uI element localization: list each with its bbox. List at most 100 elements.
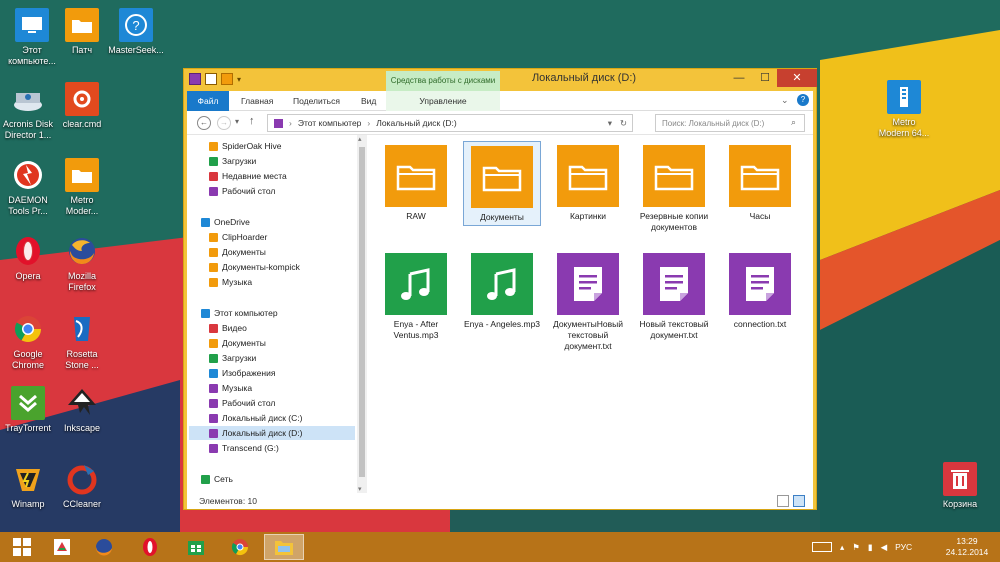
new-folder-icon[interactable] xyxy=(221,73,233,85)
file-tile[interactable]: ДокументыНовый текстовый документ.txt xyxy=(549,249,627,354)
nav-item-desktop-fav[interactable]: Рабочий стол xyxy=(209,184,275,198)
details-view-button[interactable] xyxy=(777,495,789,507)
desktop-icon-this-pc[interactable]: Этот компьюте... xyxy=(4,8,60,67)
desktop-icon-firefox[interactable]: Mozilla Firefox xyxy=(54,234,110,293)
clock[interactable]: 13:29 24.12.2014 xyxy=(942,536,992,558)
tab-share[interactable]: Поделиться xyxy=(285,91,348,111)
taskbar-app-firefox[interactable] xyxy=(84,534,124,560)
close-button[interactable]: ✕ xyxy=(777,69,817,87)
desktop-icon-metro-modern[interactable]: Metro Moder... xyxy=(54,158,110,217)
desktop-icon-recycle-bin[interactable]: Корзина xyxy=(932,462,988,510)
back-button[interactable]: ← xyxy=(197,116,211,130)
nav-item-music[interactable]: Музыка xyxy=(209,381,252,395)
nav-item-local-disk-c[interactable]: Локальный диск (C:) xyxy=(209,411,302,425)
title-bar[interactable]: ▾ Средства работы с дисками Локальный ди… xyxy=(184,69,817,91)
tab-home[interactable]: Главная xyxy=(233,91,281,111)
taskbar-app-pdf[interactable] xyxy=(42,534,82,560)
desktop-icon-ccleaner[interactable]: CCleaner xyxy=(54,462,110,510)
folder-icon xyxy=(385,145,451,211)
large-icons-view-button[interactable] xyxy=(793,495,805,507)
taskbar-app-opera[interactable] xyxy=(130,534,170,560)
tab-view[interactable]: Вид xyxy=(353,91,384,111)
quick-access-toolbar: ▾ xyxy=(189,73,241,85)
nav-item-cliphoarder[interactable]: ClipHoarder xyxy=(209,230,267,244)
file-tile[interactable]: Enya - Angeles.mp3 xyxy=(463,249,541,332)
ribbon-expand-icon[interactable]: ⌄ xyxy=(781,95,789,106)
nav-item-downloads[interactable]: Загрузки xyxy=(209,351,256,365)
scroll-up-icon[interactable]: ▴ xyxy=(358,135,362,143)
file-tile[interactable]: Enya - After Ventus.mp3 xyxy=(377,249,455,343)
start-button[interactable] xyxy=(2,534,42,560)
desktop-icon-chrome[interactable]: Google Chrome xyxy=(0,312,56,371)
language-indicator[interactable]: РУС xyxy=(895,542,912,552)
help-icon[interactable]: ? xyxy=(797,94,809,106)
search-input[interactable] xyxy=(655,114,805,132)
nav-item-local-disk-d[interactable]: Локальный диск (D:) xyxy=(189,426,355,440)
maximize-button[interactable]: ☐ xyxy=(752,69,778,87)
desktop-icon-opera[interactable]: Opera xyxy=(0,234,56,282)
nav-item-downloads-fav[interactable]: Загрузки xyxy=(209,154,256,168)
desktop-icon-rosetta-stone[interactable]: Rosetta Stone ... xyxy=(54,312,110,371)
nav-item-onedrive-documents[interactable]: Документы xyxy=(209,245,266,259)
flag-icon[interactable]: ⚑ xyxy=(852,542,860,553)
nav-item-network[interactable]: Сеть xyxy=(201,472,233,486)
breadcrumb-separator-icon[interactable]: › xyxy=(367,115,370,131)
nav-item-onedrive-music[interactable]: Музыка xyxy=(209,275,252,289)
folder-icon xyxy=(65,8,99,42)
tab-file[interactable]: Файл xyxy=(187,91,229,111)
music-icon xyxy=(209,383,218,393)
nav-scrollbar[interactable]: ▴ ▾ xyxy=(357,135,367,493)
breadcrumb-item[interactable]: Локальный диск (D:) xyxy=(376,115,456,131)
desktop-icon-daemon-tools[interactable]: DAEMON Tools Pr... xyxy=(0,158,56,217)
breadcrumb-item[interactable]: Этот компьютер xyxy=(298,115,362,131)
scroll-down-icon[interactable]: ▾ xyxy=(358,485,362,493)
desktop-icon-traytorrent[interactable]: TrayTorrent xyxy=(0,386,56,434)
network-icon[interactable]: ▮ xyxy=(868,542,873,553)
qat-dropdown-icon[interactable]: ▾ xyxy=(237,75,241,84)
tray-expand-icon[interactable]: ▴ xyxy=(840,542,844,553)
tab-manage[interactable]: Управление xyxy=(386,91,500,111)
keyboard-icon[interactable] xyxy=(812,542,832,552)
scrollbar-thumb[interactable] xyxy=(359,147,365,477)
desktop-icon-patch[interactable]: Патч xyxy=(54,8,110,56)
desktop-icon-clear-cmd[interactable]: clear.cmd xyxy=(54,82,110,130)
nav-item-recent-places[interactable]: Недавние места xyxy=(209,169,287,183)
desktop-icon-masterseeker[interactable]: ? MasterSeek... xyxy=(108,8,164,56)
download-icon xyxy=(209,156,218,166)
desktop-icon-acronis[interactable]: Acronis Disk Director 1... xyxy=(0,82,56,141)
up-button[interactable]: ↑ xyxy=(249,115,255,127)
desktop-icon-winamp[interactable]: Winamp xyxy=(0,462,56,510)
properties-icon[interactable] xyxy=(205,73,217,85)
file-tile[interactable]: Картинки xyxy=(549,141,627,224)
refresh-icon[interactable]: ↻ xyxy=(620,115,627,131)
nav-item-documents[interactable]: Документы xyxy=(209,336,266,350)
taskbar-app-explorer[interactable] xyxy=(264,534,304,560)
forward-button[interactable]: → xyxy=(217,116,231,130)
desktop-icon-metro-modern-64[interactable]: Metro Modern 64... xyxy=(876,80,932,139)
nav-item-documents-kompick[interactable]: Документы-kompick xyxy=(209,260,300,274)
nav-item-this-pc[interactable]: Этот компьютер xyxy=(201,306,278,320)
file-tile[interactable]: Резервные копии документов xyxy=(635,141,713,235)
volume-icon[interactable]: ◀ xyxy=(881,542,888,553)
nav-item-spideroak[interactable]: SpiderOak Hive xyxy=(209,139,282,153)
file-tile[interactable]: Новый текстовый документ.txt xyxy=(635,249,713,343)
nav-item-desktop[interactable]: Рабочий стол xyxy=(209,396,275,410)
file-tile[interactable]: Часы xyxy=(721,141,799,224)
file-tile[interactable]: connection.txt xyxy=(721,249,799,332)
file-tile[interactable]: Документы xyxy=(463,141,541,226)
rosetta-icon xyxy=(65,312,99,346)
breadcrumb[interactable]: › Этот компьютер › Локальный диск (D:) ▾… xyxy=(267,114,633,132)
breadcrumb-separator-icon[interactable]: › xyxy=(289,115,292,131)
recent-locations-icon[interactable]: ▾ xyxy=(235,117,239,126)
file-tile[interactable]: RAW xyxy=(377,141,455,224)
taskbar-app-store[interactable] xyxy=(176,534,216,560)
clock-date: 24.12.2014 xyxy=(945,547,989,557)
nav-item-transcend-g[interactable]: Transcend (G:) xyxy=(209,441,279,455)
nav-item-onedrive[interactable]: OneDrive xyxy=(201,215,250,229)
address-dropdown-icon[interactable]: ▾ xyxy=(608,115,612,131)
taskbar-app-chrome[interactable] xyxy=(220,534,260,560)
desktop-icon-inkscape[interactable]: Inkscape xyxy=(54,386,110,434)
minimize-button[interactable]: — xyxy=(726,69,752,87)
nav-item-video[interactable]: Видео xyxy=(209,321,247,335)
nav-item-pictures[interactable]: Изображения xyxy=(209,366,275,380)
